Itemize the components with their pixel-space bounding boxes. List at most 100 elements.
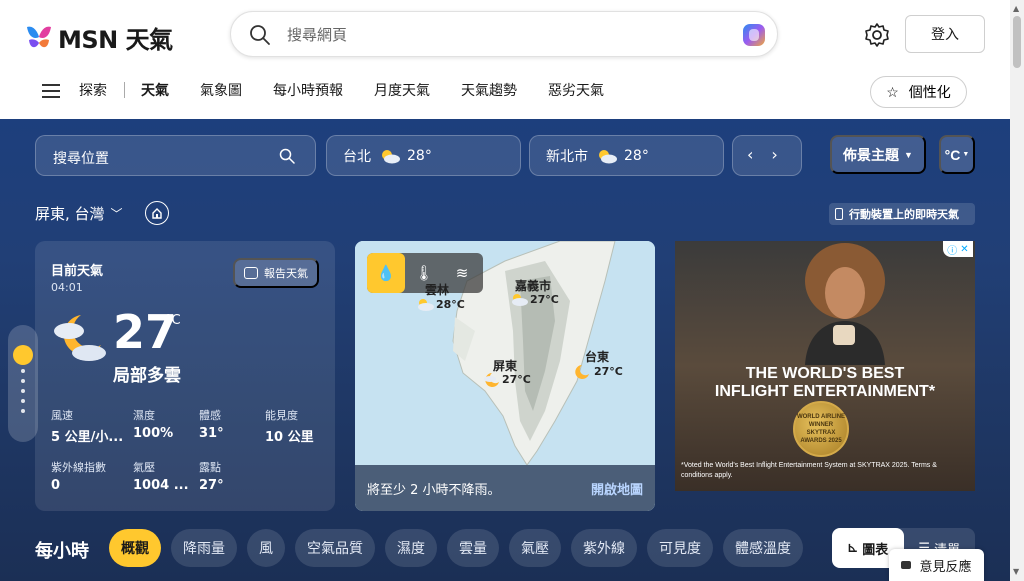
chip-wind[interactable]: 風 xyxy=(247,529,285,567)
scroll-up-arrow-icon[interactable]: ▲ xyxy=(1013,4,1019,13)
login-button[interactable]: 登入 xyxy=(905,15,985,53)
nav-divider xyxy=(124,82,125,98)
chart-icon: ⊾ xyxy=(847,540,859,556)
current-weather-label: 目前天氣 xyxy=(51,264,104,279)
chip-humidity[interactable]: 濕度 xyxy=(385,529,437,567)
caret-down-icon: ▼ xyxy=(904,149,913,160)
partly-cloudy-icon xyxy=(599,149,617,163)
partly-cloudy-icon xyxy=(418,299,434,311)
stat-pressure: 氣壓 1004 ... xyxy=(133,461,189,493)
msn-butterfly-icon xyxy=(27,26,51,47)
theme-dropdown-button[interactable]: 佈景主題 ▼ xyxy=(830,135,926,174)
search-icon xyxy=(250,25,270,45)
location-title: 屏東, 台灣 xyxy=(35,205,105,223)
weather-map-card[interactable]: 💧 🌡 ≋ 雲林 28°C 嘉義市 27°C 屏東 27°C 台東 27°C 將… xyxy=(355,241,655,511)
nav-item-hourly-forecast[interactable]: 每小時預報 xyxy=(273,80,343,100)
report-weather-button[interactable]: 報告天氣 xyxy=(233,258,319,288)
open-map-link[interactable]: 開啟地圖 xyxy=(591,479,643,498)
left-rail-nav[interactable] xyxy=(8,325,38,442)
sun-icon[interactable] xyxy=(13,345,33,365)
map-temp-taitung: 27°C xyxy=(594,365,623,378)
nav-item-weather[interactable]: 天氣 xyxy=(141,80,169,100)
feedback-button[interactable]: 意見反應 xyxy=(889,549,984,581)
map-footer: 將至少 2 小時不降雨。 開啟地圖 xyxy=(355,465,655,511)
adchoices-icon[interactable]: ⓘ ✕ xyxy=(943,241,973,257)
rain-forecast-text: 將至少 2 小時不降雨。 xyxy=(367,482,501,498)
city-card-new-taipei[interactable]: 新北市 28° xyxy=(529,135,724,176)
stat-humidity: 濕度 100% xyxy=(133,409,174,441)
mobile-phone-icon xyxy=(835,208,843,220)
city-name: 新北市 xyxy=(546,148,588,165)
hourly-metric-chips: 概觀 降雨量 風 空氣品質 濕度 雲量 氣壓 紫外線 可見度 體感溫度 xyxy=(109,529,803,567)
scroll-down-arrow-icon[interactable]: ▼ xyxy=(1013,567,1019,576)
home-icon xyxy=(152,208,162,219)
caret-down-icon: ▼ xyxy=(962,151,970,158)
settings-gear-icon[interactable] xyxy=(864,22,890,48)
partly-cloudy-night-icon xyxy=(54,315,106,361)
current-condition: 局部多雲 xyxy=(113,366,181,386)
map-temp-yunlin: 28°C xyxy=(436,298,465,311)
feedback-label: 意見反應 xyxy=(919,559,972,575)
page-scrollbar[interactable]: ▲ ▼ xyxy=(1010,0,1024,581)
nav-item-weather-trends[interactable]: 天氣趨勢 xyxy=(461,80,517,100)
map-label-yunlin: 雲林 xyxy=(425,283,450,297)
current-time: 04:01 xyxy=(51,281,83,294)
mobile-live-weather-link[interactable]: 行動裝置上的即時天氣 xyxy=(829,203,975,225)
web-search-bar[interactable] xyxy=(230,11,778,57)
star-sparkle-icon: ☆ xyxy=(886,83,899,100)
hamburger-menu-icon[interactable] xyxy=(42,84,60,98)
city-card-taipei[interactable]: 台北 28° xyxy=(326,135,521,176)
chip-cloud-cover[interactable]: 雲量 xyxy=(447,529,499,567)
stat-visibility: 能見度 10 公里 xyxy=(265,409,314,445)
chip-precipitation[interactable]: 降雨量 xyxy=(171,529,237,567)
hourly-section-title: 每小時 xyxy=(35,541,89,562)
precipitation-drop-icon[interactable]: 💧 xyxy=(367,253,405,293)
chip-pressure[interactable]: 氣壓 xyxy=(509,529,561,567)
ad-headline: THE WORLD'S BEST INFLIGHT ENTERTAINMENT* xyxy=(714,365,936,400)
unit-label: °C xyxy=(944,146,961,163)
nav-item-severe-weather[interactable]: 惡劣天氣 xyxy=(548,80,604,100)
nav-items: 探索 天氣 氣象圖 每小時預報 月度天氣 天氣趨勢 惡劣天氣 xyxy=(79,80,635,100)
report-weather-label: 報告天氣 xyxy=(264,268,308,280)
city-carousel-arrows: ‹ › xyxy=(747,145,778,164)
ad-photo-person xyxy=(805,243,885,365)
stat-dew-point: 露點 27° xyxy=(199,461,224,493)
personalize-button[interactable]: ☆ 個性化 xyxy=(870,76,967,108)
copilot-icon[interactable] xyxy=(739,20,769,50)
moon-icon xyxy=(575,365,589,379)
chip-visibility[interactable]: 可見度 xyxy=(647,529,713,567)
map-temp-pingtung: 27°C xyxy=(502,373,531,386)
home-location-button[interactable] xyxy=(145,201,169,225)
unit-dropdown-button[interactable]: °C ▼ xyxy=(939,135,975,174)
location-search-placeholder: 搜尋位置 xyxy=(53,151,109,167)
partly-cloudy-night-icon xyxy=(484,373,499,387)
weather-main: 搜尋位置 台北 28° 新北市 28° ‹ › 佈景主題 ▼ °C ▼ 屏東, … xyxy=(0,119,1010,581)
nav-item-monthly-weather[interactable]: 月度天氣 xyxy=(374,80,430,100)
city-temp: 28° xyxy=(407,147,432,164)
location-search-box[interactable]: 搜尋位置 xyxy=(35,135,316,176)
weather-nav: 探索 天氣 氣象圖 每小時預報 月度天氣 天氣趨勢 惡劣天氣 ☆ 個性化 xyxy=(0,70,1010,119)
current-weather-card: 目前天氣 04:01 報告天氣 27 °C 局部多雲 風速 5 公里/小... 濕… xyxy=(35,241,335,511)
chip-uv[interactable]: 紫外線 xyxy=(571,529,637,567)
skytrax-award-badge: WORLD AIRLINE WINNER SKYTRAX AWARDS 2025 xyxy=(793,401,849,457)
partly-cloudy-icon xyxy=(512,294,528,306)
web-search-input[interactable] xyxy=(287,22,707,48)
msn-logo[interactable]: MSN 天氣 xyxy=(24,20,173,55)
stat-wind: 風速 5 公里/小... xyxy=(51,409,124,445)
chip-air-quality[interactable]: 空氣品質 xyxy=(295,529,375,567)
city-name: 台北 xyxy=(343,148,371,165)
chevron-right-icon[interactable]: › xyxy=(771,145,777,164)
personalize-label: 個性化 xyxy=(908,84,951,100)
nav-item-explore[interactable]: 探索 xyxy=(79,80,107,100)
chip-feels-like[interactable]: 體感溫度 xyxy=(723,529,803,567)
chevron-down-icon: ﹀ xyxy=(110,207,123,221)
city-temp: 28° xyxy=(624,147,649,164)
nav-item-weather-map[interactable]: 氣象圖 xyxy=(200,80,242,100)
chevron-left-icon[interactable]: ‹ xyxy=(747,145,753,164)
chip-overview[interactable]: 概觀 xyxy=(109,529,161,567)
scrollbar-thumb[interactable] xyxy=(1013,16,1021,68)
location-selector[interactable]: 屏東, 台灣 ﹀ xyxy=(35,203,123,224)
search-icon xyxy=(279,148,295,164)
rail-dots xyxy=(21,369,25,419)
advertisement[interactable]: ⓘ ✕ THE WORLD'S BEST INFLIGHT ENTERTAINME… xyxy=(675,241,975,491)
